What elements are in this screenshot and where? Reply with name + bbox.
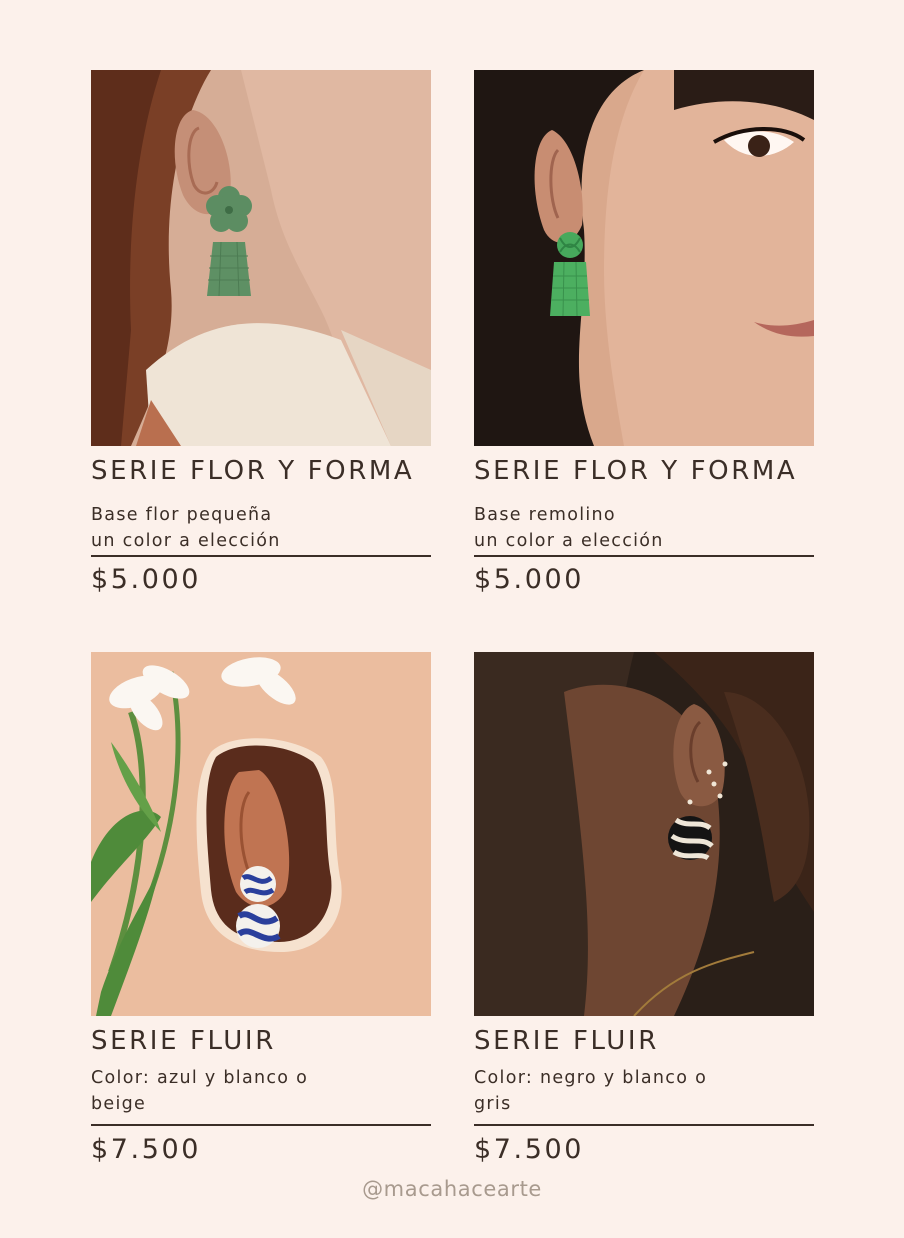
- photo-woman-green-flower-earring: [91, 70, 431, 446]
- product-description: Base remolino un color a elección: [474, 502, 664, 554]
- description-line: gris: [474, 1094, 512, 1114]
- product-price: $7.500: [474, 1134, 585, 1165]
- product-photo[interactable]: [474, 652, 814, 1016]
- divider: [474, 555, 814, 557]
- product-card-remolino[interactable]: SERIE FLOR Y FORMA Base remolino un colo…: [474, 70, 814, 600]
- product-photo[interactable]: [474, 70, 814, 446]
- product-card-flor-pequena[interactable]: SERIE FLOR Y FORMA Base flor pequeña un …: [91, 70, 431, 600]
- product-price: $5.000: [474, 564, 585, 595]
- divider: [474, 1124, 814, 1126]
- photo-ear-black-white-earring: [474, 652, 814, 1016]
- product-description: Color: azul y blanco o beige: [91, 1065, 308, 1117]
- description-line: Base remolino: [474, 505, 616, 525]
- product-description: Base flor pequeña un color a elección: [91, 502, 281, 554]
- description-line: Color: negro y blanco o: [474, 1068, 708, 1088]
- instagram-handle[interactable]: @macahacearte: [0, 1177, 904, 1201]
- product-price: $7.500: [91, 1134, 202, 1165]
- description-line: un color a elección: [91, 531, 281, 551]
- product-description: Color: negro y blanco o gris: [474, 1065, 707, 1117]
- description-line: Color: azul y blanco o: [91, 1068, 309, 1088]
- product-title: SERIE FLUIR: [474, 1026, 659, 1056]
- description-line: Base flor pequeña: [91, 505, 273, 525]
- product-card-fluir-azul[interactable]: SERIE FLUIR Color: azul y blanco o beige…: [91, 652, 431, 1172]
- photo-woman-green-knot-earring: [474, 70, 814, 446]
- description-line: beige: [91, 1094, 147, 1114]
- product-photo[interactable]: [91, 70, 431, 446]
- product-title: SERIE FLUIR: [91, 1026, 276, 1056]
- product-title: SERIE FLOR Y FORMA: [91, 456, 415, 486]
- divider: [91, 555, 431, 557]
- product-title: SERIE FLOR Y FORMA: [474, 456, 798, 486]
- description-line: un color a elección: [474, 531, 664, 551]
- photo-ear-blue-white-earring: [91, 652, 431, 1016]
- product-photo[interactable]: [91, 652, 431, 1016]
- divider: [91, 1124, 431, 1126]
- product-price: $5.000: [91, 564, 202, 595]
- product-card-fluir-negro[interactable]: SERIE FLUIR Color: negro y blanco o gris…: [474, 652, 814, 1172]
